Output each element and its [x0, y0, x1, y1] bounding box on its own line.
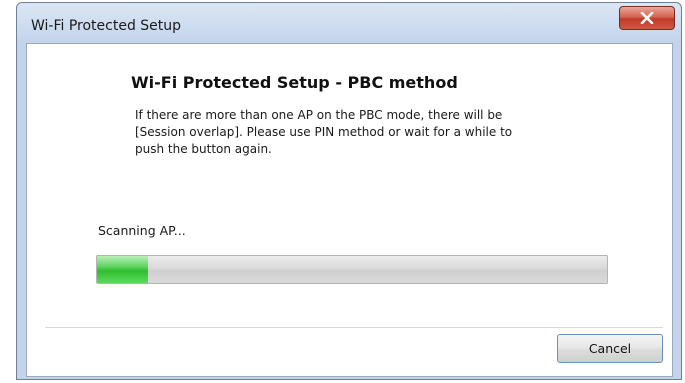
progress-fill [97, 256, 148, 283]
dialog-description: If there are more than one AP on the PBC… [135, 108, 513, 156]
window-title: Wi-Fi Protected Setup [31, 18, 182, 34]
status-text: Scanning AP... [98, 223, 186, 238]
wps-dialog-window: Wi-Fi Protected Setup Wi-Fi Protected Se… [16, 2, 682, 380]
dialog-body: Wi-Fi Protected Setup - PBC method If th… [26, 43, 673, 377]
progress-bar [96, 255, 608, 284]
close-icon [640, 12, 654, 24]
title-bar[interactable]: Wi-Fi Protected Setup [17, 3, 681, 43]
cancel-button[interactable]: Cancel [557, 334, 663, 363]
dialog-heading: Wi-Fi Protected Setup - PBC method [131, 73, 458, 92]
divider [45, 327, 663, 328]
close-button[interactable] [619, 6, 675, 30]
